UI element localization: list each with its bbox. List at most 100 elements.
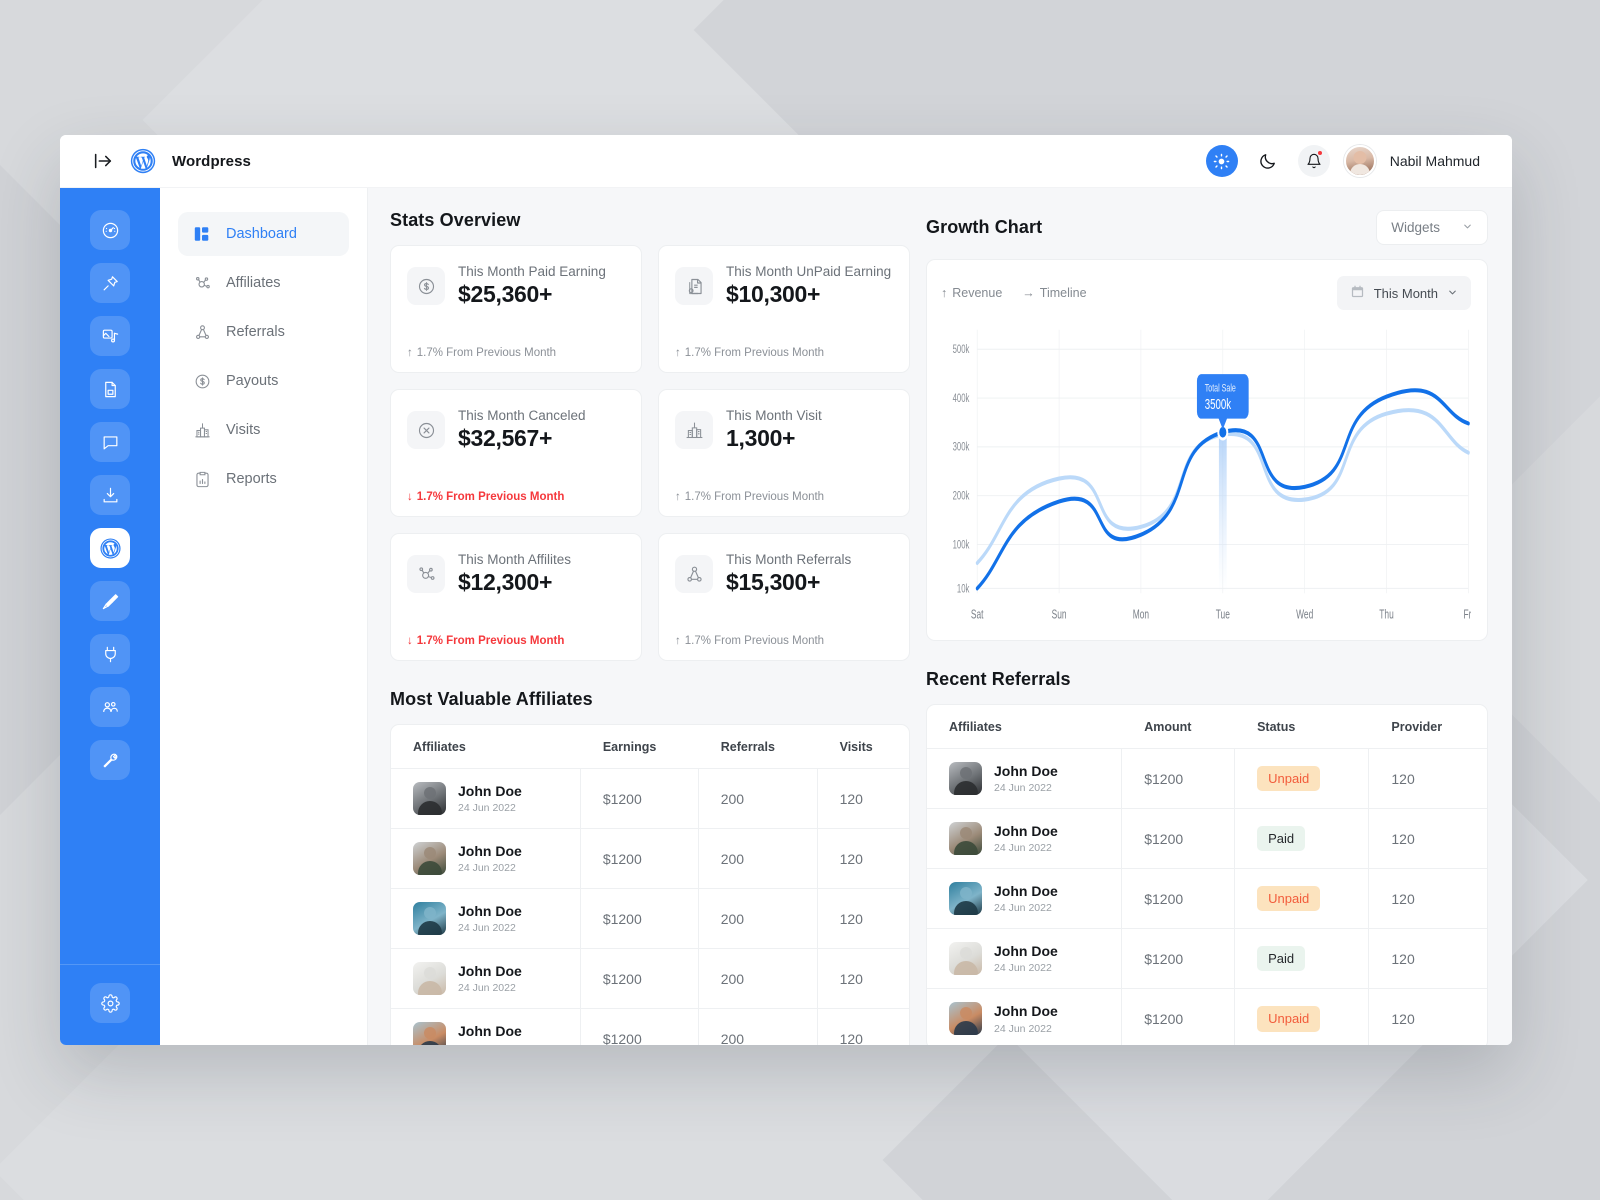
cell-provider: 120 [1368,868,1487,929]
bell-icon[interactable] [1297,145,1330,177]
rail-item-comments[interactable] [90,422,130,462]
stat-label: This Month Affilites [458,552,572,567]
affiliates-table-body: John Doe 24 Jun 2022 $1200 200 120 John Doe 24… [391,768,909,1045]
wordpress-logo-icon [130,148,156,174]
affiliates-table-head: Affiliates Earnings Referrals Visits [391,725,909,769]
person-name: John Doe [458,962,522,979]
rail-item-download[interactable] [90,475,130,515]
stat-top: This Month Visit 1,300+ [675,408,893,452]
rail-item-media[interactable] [90,316,130,356]
avatar[interactable] [1343,145,1376,177]
stat-text: This Month Referrals $15,300+ [726,552,851,596]
stats-grid: This Month Paid Earning $25,360+ ↑ 1.7% … [390,245,910,661]
table-row[interactable]: John Doe24 Jun 2022$1200200120 [391,1008,909,1045]
stat-card-canceled[interactable]: This Month Canceled $32,567+ ↓ 1.7% From… [390,389,642,517]
stat-card-paid-earning[interactable]: This Month Paid Earning $25,360+ ↑ 1.7% … [390,245,642,373]
stat-delta: ↓ 1.7% From Previous Month [407,635,625,647]
rail-item-users[interactable] [90,687,130,727]
cell-earnings: $1200 [580,768,699,829]
column-header-visits[interactable]: Visits [817,725,909,769]
person-name: John Doe [994,942,1058,959]
sidebar-item-label: Referrals [226,324,285,340]
cell-affiliate: John Doe 24 Jun 2022 [391,1008,581,1045]
cell-referrals: 200 [698,948,818,1009]
person-text: John Doe 24 Jun 2022 [458,903,522,935]
affiliates-network-icon [407,555,445,593]
stat-card-visit[interactable]: This Month Visit 1,300+ ↑ 1.7% From Prev… [658,389,910,517]
table-row[interactable]: John Doe 24 Jun 2022 $1200 Unpaid 120 [927,868,1487,929]
sidebar-item-payouts[interactable]: Payouts [178,359,349,403]
column-header-amount[interactable]: Amount [1121,705,1235,749]
growth-chart-svg: 10k 100k 200k 300k 400k 500k Sat Sun Mon Tue Wed Th… [953,329,1473,622]
svg-text:3500k: 3500k [1205,396,1232,412]
cell-status: Unpaid [1234,988,1370,1045]
rail-item-pin[interactable] [90,263,130,303]
table-header-row: Affiliates Earnings Referrals Visits [391,725,909,769]
sidebar-item-referrals[interactable]: Referrals [178,310,349,354]
cell-affiliate: John Doe 24 Jun 2022 [927,928,1123,989]
arrow-up-icon: ↑ [407,347,413,359]
svg-text:200k: 200k [953,490,970,503]
arrow-down-icon: ↓ [407,635,413,647]
table-row[interactable]: John Doe 24 Jun 2022 $1200 Unpaid 120 [927,988,1487,1045]
stat-delta: ↑ 1.7% From Previous Month [407,347,625,359]
person-text: John Doe 24 Jun 2022 [458,843,522,875]
column-header-affiliates[interactable]: Affiliates [927,705,1122,749]
widgets-dropdown[interactable]: Widgets [1376,210,1488,245]
referrals-table: Affiliates Amount Status Provider John D… [927,705,1487,1045]
date-range-label: This Month [1373,285,1438,301]
cell-affiliate: John Doe 24 Jun 2022 [391,828,581,889]
column-header-status[interactable]: Status [1234,705,1369,749]
stat-card-affiliates[interactable]: This Month Affilites $12,300+ ↓ 1.7% Fro… [390,533,642,661]
table-row[interactable]: John Doe24 Jun 2022$1200200120 [391,888,909,949]
column-header-provider[interactable]: Provider [1368,705,1487,749]
person-date: 24 Jun 2022 [994,782,1052,795]
stat-text: This Month Canceled $32,567+ [458,408,586,452]
rail-item-plugins[interactable] [90,634,130,674]
legend-label: Revenue [952,286,1003,300]
legend-item-revenue[interactable]: ↑ Revenue [941,286,1002,300]
moon-icon[interactable] [1252,145,1284,177]
date-range-dropdown[interactable]: This Month [1336,276,1471,310]
rail-item-tools[interactable] [90,740,130,780]
column-header-earnings[interactable]: Earnings [580,725,699,769]
stat-text: This Month UnPaid Earning $10,300+ [726,264,891,308]
affiliates-table-title: Most Valuable Affiliates [390,689,593,709]
stat-card-referrals[interactable]: This Month Referrals $15,300+ ↑ 1.7% Fro… [658,533,910,661]
table-row[interactable]: John Doe 24 Jun 2022 $1200 Paid 120 [927,808,1487,869]
rail-item-wordpress[interactable] [90,528,130,568]
avatar [949,822,982,855]
stat-value: $25,360+ [458,281,553,307]
person-text: John Doe 24 Jun 2022 [994,1003,1058,1035]
user-name[interactable]: Nabil Mahmud [1390,153,1480,169]
column-header-referrals[interactable]: Referrals [698,725,818,769]
collapse-sidebar-icon[interactable] [92,150,114,172]
settings-gear-icon[interactable] [90,983,130,1023]
rail-item-appearance[interactable] [90,581,130,621]
stat-delta-text: 1.7% From Previous Month [416,635,565,647]
sidebar-item-dashboard[interactable]: Dashboard [178,212,349,256]
referrals-table-title: Recent Referrals [926,669,1071,689]
table-row[interactable]: John Doe 24 Jun 2022 $1200 Unpaid 120 [927,748,1487,809]
cell-affiliate: John Doe 24 Jun 2022 [927,868,1123,929]
sidebar-item-reports[interactable]: Reports [178,457,349,501]
sidebar-item-visits[interactable]: Visits [178,408,349,452]
cell-amount: $1200 [1121,808,1236,869]
rail-item-pages[interactable] [90,369,130,409]
table-row[interactable]: John Doe24 Jun 2022$1200200120 [391,828,909,889]
table-row[interactable]: John Doe24 Jun 2022$1200200120 [391,768,909,829]
cell-status: Unpaid [1234,868,1370,929]
table-row[interactable]: John Doe24 Jun 2022$1200200120 [391,948,909,1009]
svg-text:300k: 300k [953,441,970,454]
stat-card-unpaid-earning[interactable]: This Month UnPaid Earning $10,300+ ↑ 1.7… [658,245,910,373]
legend-item-timeline[interactable]: → Timeline [1022,286,1086,300]
stat-delta-text: 1.7% From Previous Month [684,635,825,647]
table-row[interactable]: John Doe 24 Jun 2022 $1200 Paid 120 [927,928,1487,989]
stat-text: This Month Visit 1,300+ [726,408,822,452]
column-header-affiliates[interactable]: Affiliates [391,725,581,769]
sun-icon[interactable] [1205,145,1238,177]
rail-item-dashboard[interactable] [90,210,130,250]
cell-status: Paid [1234,808,1370,869]
sidebar-item-affiliates[interactable]: Affiliates [178,261,349,305]
cell-visits: 120 [839,1030,863,1045]
